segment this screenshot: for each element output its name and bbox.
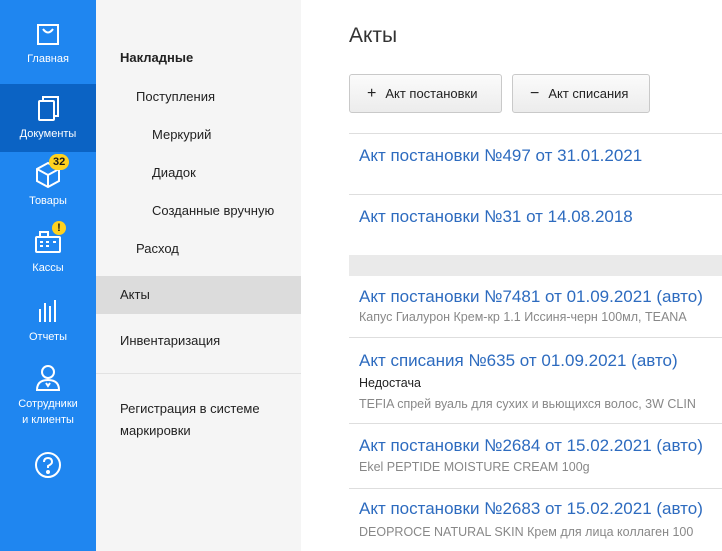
act-title[interactable]: Акт постановки №31 от 14.08.2018 [359, 207, 633, 227]
submenu-label: Накладные [120, 50, 194, 65]
add-act-label: Акт постановки [385, 86, 478, 101]
nav-label: Главная [27, 53, 69, 65]
submenu-label: маркировки [120, 423, 191, 438]
submenu-item-receipts[interactable]: Поступления [136, 89, 301, 104]
main-content: Акты + Акт постановки − Акт списания Акт… [301, 0, 722, 551]
submenu-label: Меркурий [152, 127, 212, 142]
registers-alert-badge: ! [52, 221, 66, 235]
nav-item-registers[interactable]: ! Кассы [0, 221, 96, 285]
nav-label: Отчеты [28, 331, 68, 343]
nav-item-home[interactable]: Главная [0, 18, 96, 80]
nav-item-staff-clients[interactable]: Сотрудники и клиенты [0, 363, 96, 433]
submenu-item-mercury[interactable]: Меркурий [152, 127, 301, 142]
act-title[interactable]: Акт списания №635 от 01.09.2021 (авто) [359, 351, 678, 371]
act-row[interactable]: Акт постановки №2684 от 15.02.2021 (авто… [349, 424, 722, 489]
main-nav: Главная Документы 32 Товары ! Кассы Отче… [0, 0, 96, 551]
bag-icon [33, 18, 63, 48]
submenu-label: Поступления [136, 89, 216, 104]
submenu-item-manual[interactable]: Созданные вручную [152, 203, 301, 218]
act-row[interactable]: Акт постановки №2683 от 15.02.2021 (авто… [349, 489, 722, 551]
submenu-item-acts[interactable]: Акты [96, 276, 301, 314]
nav-item-documents[interactable]: Документы [0, 84, 96, 152]
writeoff-act-label: Акт списания [548, 86, 629, 101]
submenu-section-invoices[interactable]: Накладные [120, 50, 301, 65]
act-title[interactable]: Акт постановки №2684 от 15.02.2021 (авто… [359, 436, 703, 456]
page-title: Акты [349, 24, 398, 47]
box-icon: 32 [33, 154, 70, 190]
act-row[interactable]: Акт постановки №31 от 14.08.2018 [349, 195, 722, 255]
act-items: Капус Гиалурон Крем-кр 1.1 Иссиня-черн 1… [359, 310, 687, 324]
nav-label: Сотрудники [18, 398, 78, 410]
documents-icon [33, 93, 63, 123]
submenu-label: Созданные вручную [152, 203, 275, 218]
products-count-badge: 32 [49, 154, 70, 170]
plus-icon: + [367, 84, 377, 102]
cash-register-icon: ! [33, 221, 66, 257]
submenu-item-diadoc[interactable]: Диадок [152, 165, 301, 180]
act-row[interactable]: Акт постановки №497 от 31.01.2021 [349, 134, 722, 195]
help-icon [33, 450, 63, 480]
submenu-label: Инвентаризация [120, 333, 221, 348]
app-window: Главная Документы 32 Товары ! Кассы Отче… [0, 0, 722, 551]
act-items: Ekel PEPTIDE MOISTURE CREAM 100g [359, 460, 590, 474]
minus-icon: − [530, 84, 540, 102]
writeoff-act-button[interactable]: − Акт списания [512, 74, 650, 113]
submenu-label: Расход [136, 241, 179, 256]
submenu-item-inventory[interactable]: Инвентаризация [120, 333, 301, 348]
submenu-item-expense[interactable]: Расход [136, 241, 301, 256]
act-title[interactable]: Акт постановки №2683 от 15.02.2021 (авто… [359, 499, 703, 519]
submenu-label: Регистрация в системе [120, 401, 260, 416]
nav-item-products[interactable]: 32 Товары [0, 154, 96, 218]
bar-chart-icon [33, 296, 63, 326]
list-group-separator [349, 255, 722, 276]
nav-label-line2: и клиенты [22, 414, 74, 426]
nav-label: Кассы [32, 262, 64, 274]
add-act-button[interactable]: + Акт постановки [349, 74, 502, 113]
act-items: TEFIA спрей вуаль для сухих и вьющихся в… [359, 397, 696, 411]
submenu-label: Диадок [152, 165, 196, 180]
act-title[interactable]: Акт постановки №497 от 31.01.2021 [359, 146, 642, 166]
documents-submenu: Накладные Поступления Меркурий Диадок Со… [96, 0, 301, 551]
act-reason: Недостача [359, 376, 421, 390]
submenu-divider [96, 373, 301, 374]
nav-label: Товары [29, 195, 67, 207]
person-icon [33, 363, 63, 393]
act-row[interactable]: Акт списания №635 от 01.09.2021 (авто) Н… [349, 338, 722, 424]
act-items: DEOPROCE NATURAL SKIN Крем для лица колл… [359, 525, 694, 539]
submenu-item-marking[interactable]: Регистрация в системе маркировки [120, 398, 301, 442]
nav-label: Документы [19, 128, 77, 140]
act-row[interactable]: Акт постановки №7481 от 01.09.2021 (авто… [349, 276, 722, 338]
submenu-label: Акты [120, 287, 150, 302]
nav-item-reports[interactable]: Отчеты [0, 296, 96, 348]
nav-item-help[interactable] [0, 450, 96, 484]
act-title[interactable]: Акт постановки №7481 от 01.09.2021 (авто… [359, 287, 703, 307]
